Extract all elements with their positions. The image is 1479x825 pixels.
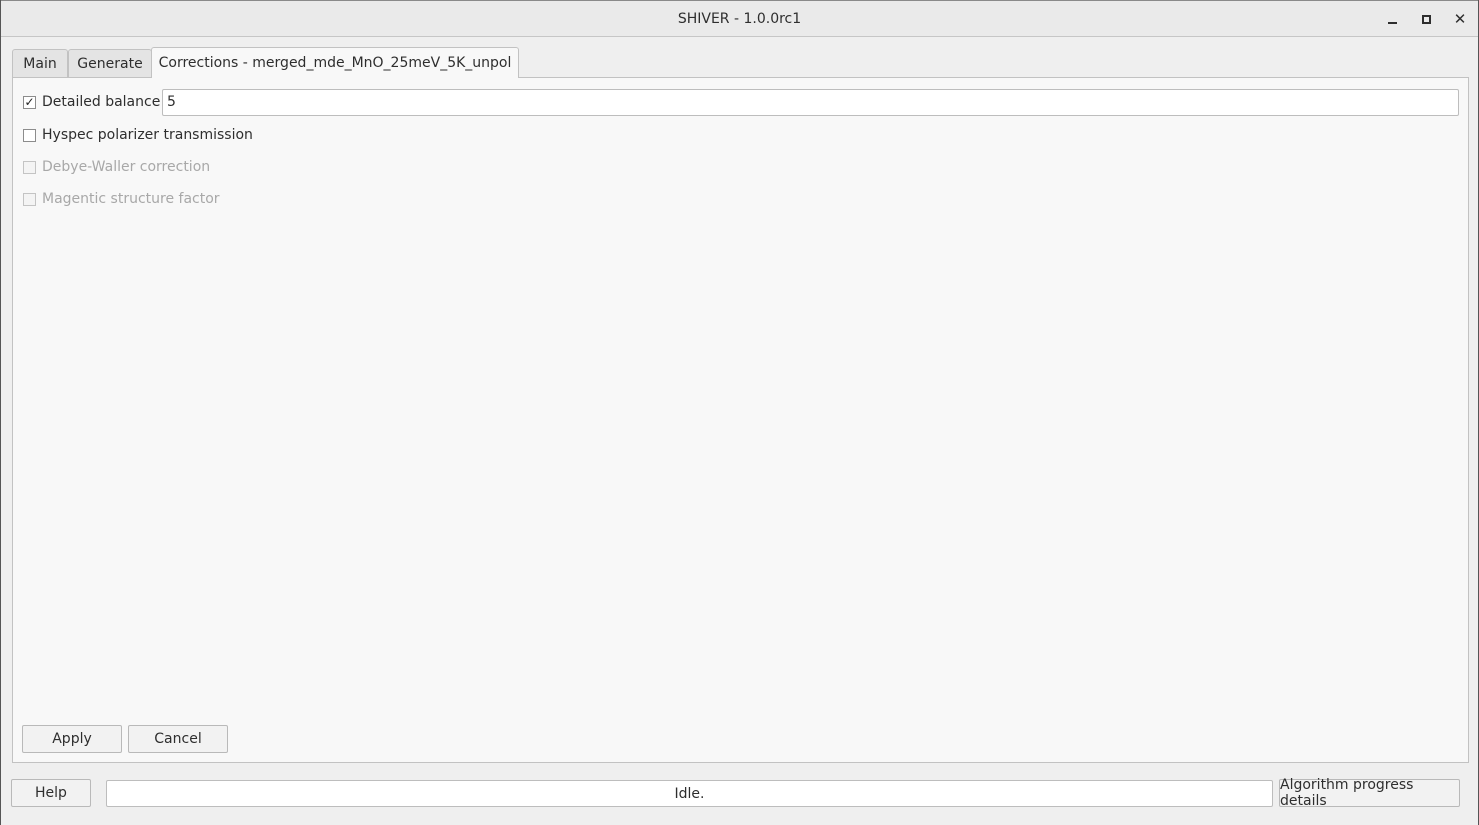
maximize-icon — [1421, 14, 1431, 24]
title-bar[interactable]: SHIVER - 1.0.0rc1 ✕ — [1, 0, 1478, 37]
hyspec-polarizer-checkbox[interactable] — [23, 128, 36, 142]
checkmark-icon: ✓ — [24, 95, 35, 109]
status-bar: Help Idle. Algorithm progress details — [1, 777, 1478, 809]
detailed-balance-row: ✓ Detailed balance — [23, 92, 160, 112]
tab-generate[interactable]: Generate — [68, 49, 152, 77]
detailed-balance-label[interactable]: Detailed balance — [42, 94, 160, 110]
close-icon: ✕ — [1453, 10, 1467, 28]
magnetic-structure-row: Magentic structure factor — [23, 189, 220, 209]
status-field: Idle. — [106, 780, 1273, 807]
hyspec-polarizer-label[interactable]: Hyspec polarizer transmission — [42, 127, 253, 143]
algorithm-progress-details-button[interactable]: Algorithm progress details — [1279, 777, 1460, 809]
tab-main[interactable]: Main — [12, 49, 68, 77]
debye-waller-checkbox — [23, 160, 36, 174]
debye-waller-row: Debye-Waller correction — [23, 157, 210, 177]
magnetic-structure-label: Magentic structure factor — [42, 191, 220, 207]
application-window: SHIVER - 1.0.0rc1 ✕ Main Generate Correc… — [0, 0, 1479, 825]
detailed-balance-checkbox[interactable]: ✓ — [23, 95, 36, 109]
cancel-button[interactable]: Cancel — [128, 725, 228, 753]
detailed-balance-input[interactable]: 5 — [162, 89, 1459, 116]
maximize-button[interactable] — [1415, 8, 1437, 30]
close-button[interactable]: ✕ — [1449, 8, 1471, 30]
magnetic-structure-checkbox — [23, 192, 36, 206]
debye-waller-label: Debye-Waller correction — [42, 159, 211, 175]
minimize-icon — [1387, 22, 1397, 24]
tab-corrections[interactable]: Corrections - merged_mde_MnO_25meV_5K_un… — [151, 47, 519, 78]
hyspec-polarizer-row: Hyspec polarizer transmission — [23, 125, 253, 145]
help-button[interactable]: Help — [11, 779, 91, 807]
corrections-panel: ✓ Detailed balance 5 Hyspec polarizer tr… — [12, 77, 1469, 763]
minimize-button[interactable] — [1381, 8, 1403, 30]
window-title: SHIVER - 1.0.0rc1 — [677, 11, 802, 27]
apply-button[interactable]: Apply — [22, 725, 122, 753]
